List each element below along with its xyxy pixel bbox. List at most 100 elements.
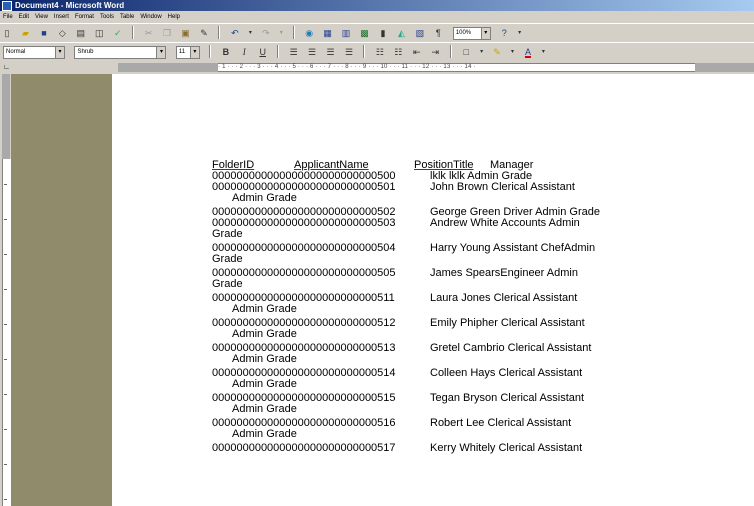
- copy-icon[interactable]: ❐: [161, 27, 173, 39]
- vertical-ruler[interactable]: [0, 74, 11, 506]
- ruler-tick: [4, 324, 7, 325]
- chevron-down-icon: ▾: [189, 47, 199, 58]
- zoom-select[interactable]: 100% ▾: [452, 27, 491, 40]
- ruler-tick: [4, 254, 7, 255]
- menu-bar: File Edit View Insert Format Tools Table Window…: [0, 11, 754, 23]
- align-center-icon[interactable]: ☰: [306, 46, 318, 58]
- redo-icon[interactable]: ↷: [260, 27, 272, 39]
- title-bar: Document4 - Microsoft Word: [0, 0, 754, 11]
- permission-icon[interactable]: ◇: [56, 27, 68, 39]
- font-select[interactable]: Shrub ▾: [74, 46, 167, 59]
- row-details: Andrew White Accounts Admin: [430, 217, 580, 229]
- row-details: Laura Jones Clerical Assistant: [430, 292, 578, 304]
- align-right-icon[interactable]: ☰: [325, 46, 337, 58]
- print-preview-icon[interactable]: ◫: [93, 27, 105, 39]
- row-wrap: Grade: [212, 253, 243, 265]
- increase-indent-icon[interactable]: ⇥: [429, 46, 441, 58]
- border-dropdown-icon[interactable]: ▾: [479, 46, 485, 58]
- highlight-dropdown-icon[interactable]: ▾: [510, 46, 516, 58]
- format-painter-icon[interactable]: ✎: [198, 27, 210, 39]
- menu-file[interactable]: File: [0, 11, 16, 23]
- paste-icon[interactable]: ▣: [180, 27, 192, 39]
- left-margin-area: [118, 63, 218, 72]
- toolbar-separator: [277, 45, 280, 58]
- redo-dropdown-icon[interactable]: ▾: [278, 27, 284, 39]
- outside-border-icon[interactable]: □: [460, 46, 472, 58]
- row-details: Tegan Bryson Clerical Assistant: [430, 392, 585, 404]
- style-select[interactable]: Normal ▾: [3, 46, 65, 59]
- row-wrap: Admin Grade: [232, 192, 297, 204]
- align-left-icon[interactable]: ☰: [288, 46, 300, 58]
- tables-borders-icon[interactable]: ▦: [322, 27, 334, 39]
- window-title: Document4 - Microsoft Word: [15, 1, 125, 10]
- new-document-icon[interactable]: ▯: [1, 27, 13, 39]
- toolbar-separator: [218, 26, 221, 39]
- horizontal-ruler[interactable]: ∟ · 1 · · · 2 · · · 3 · · · 4 · · · 5 · …: [0, 61, 754, 74]
- bold-icon[interactable]: B: [220, 46, 232, 58]
- show-hide-icon[interactable]: ¶: [432, 27, 444, 39]
- row-wrap: Admin Grade: [232, 353, 297, 365]
- columns-icon[interactable]: ▮: [377, 27, 389, 39]
- font-size-select[interactable]: 11 ▾: [175, 46, 200, 59]
- underline-icon[interactable]: U: [257, 46, 269, 58]
- ruler-tick: [4, 464, 7, 465]
- menu-table[interactable]: Table: [117, 11, 137, 23]
- row-wrap: Admin Grade: [232, 403, 297, 415]
- help-icon[interactable]: ?: [498, 27, 510, 39]
- bullets-icon[interactable]: ☷: [392, 46, 404, 58]
- cut-icon[interactable]: ✂: [143, 27, 155, 39]
- undo-icon[interactable]: ↶: [229, 27, 241, 39]
- font-size-value: 11: [178, 49, 186, 55]
- hyperlink-icon[interactable]: ◉: [303, 27, 315, 39]
- highlight-icon[interactable]: ✎: [491, 46, 503, 58]
- folder-id: 000000000000000000000000000517: [212, 442, 396, 454]
- justify-icon[interactable]: ☰: [343, 46, 355, 58]
- vertical-ruler-scale: [2, 159, 11, 506]
- toolbar-separator: [449, 45, 452, 58]
- style-value: Normal: [6, 49, 26, 55]
- top-margin-area: [2, 74, 10, 159]
- row-wrap: Admin Grade: [232, 428, 297, 440]
- menu-insert[interactable]: Insert: [51, 11, 72, 23]
- ruler-tick: [4, 184, 7, 185]
- save-icon[interactable]: ■: [38, 27, 50, 39]
- insert-excel-icon[interactable]: ▩: [359, 27, 371, 39]
- font-color-icon[interactable]: A: [522, 46, 534, 58]
- italic-icon[interactable]: I: [238, 46, 250, 58]
- document-map-icon[interactable]: ▧: [414, 27, 426, 39]
- spelling-icon[interactable]: ✓: [112, 27, 124, 39]
- numbering-icon[interactable]: ☷: [374, 46, 386, 58]
- row-details: Emily Phipher Clerical Assistant: [430, 317, 585, 329]
- table-row: 000000000000000000000000000517 Kerry Whit…: [212, 442, 582, 455]
- menu-format[interactable]: Format: [72, 11, 97, 23]
- right-margin-area: [695, 63, 754, 72]
- standard-toolbar: ▯ ▰ ■ ◇ ▤ ◫ ✓ ✂ ❐ ▣ ✎ ↶ ▾ ↷ ▾ ◉ ▦ ▥ ▩ ▮ …: [0, 23, 754, 43]
- font-color-dropdown-icon[interactable]: ▾: [540, 46, 546, 58]
- menu-tools[interactable]: Tools: [97, 11, 117, 23]
- row-wrap: Grade: [212, 228, 243, 240]
- open-folder-icon[interactable]: ▰: [19, 27, 31, 39]
- toolbar-options-icon[interactable]: ▾: [517, 27, 523, 39]
- toolbar-separator: [209, 45, 212, 58]
- print-icon[interactable]: ▤: [75, 27, 87, 39]
- menu-window[interactable]: Window: [137, 11, 164, 23]
- row-wrap: Grade: [212, 278, 243, 290]
- row-details: Robert Lee Clerical Assistant: [430, 417, 572, 429]
- row-details: Colleen Hays Clerical Assistant: [430, 367, 583, 379]
- menu-view[interactable]: View: [32, 11, 51, 23]
- tab-selector-icon[interactable]: ∟: [2, 63, 11, 72]
- toolbar-separator: [363, 45, 366, 58]
- drawing-icon[interactable]: ◭: [395, 27, 407, 39]
- menu-edit[interactable]: Edit: [16, 11, 32, 23]
- decrease-indent-icon[interactable]: ⇤: [411, 46, 423, 58]
- chevron-down-icon: ▾: [55, 47, 64, 58]
- ruler-tick: [4, 499, 7, 500]
- chevron-down-icon: ▾: [480, 28, 490, 39]
- insert-table-icon[interactable]: ▥: [340, 27, 352, 39]
- ruler-tick: [4, 219, 7, 220]
- word-app-icon[interactable]: [2, 1, 12, 11]
- undo-dropdown-icon[interactable]: ▾: [247, 27, 253, 39]
- zoom-value: 100%: [455, 30, 472, 36]
- menu-help[interactable]: Help: [165, 11, 183, 23]
- ruler-tick: [4, 394, 7, 395]
